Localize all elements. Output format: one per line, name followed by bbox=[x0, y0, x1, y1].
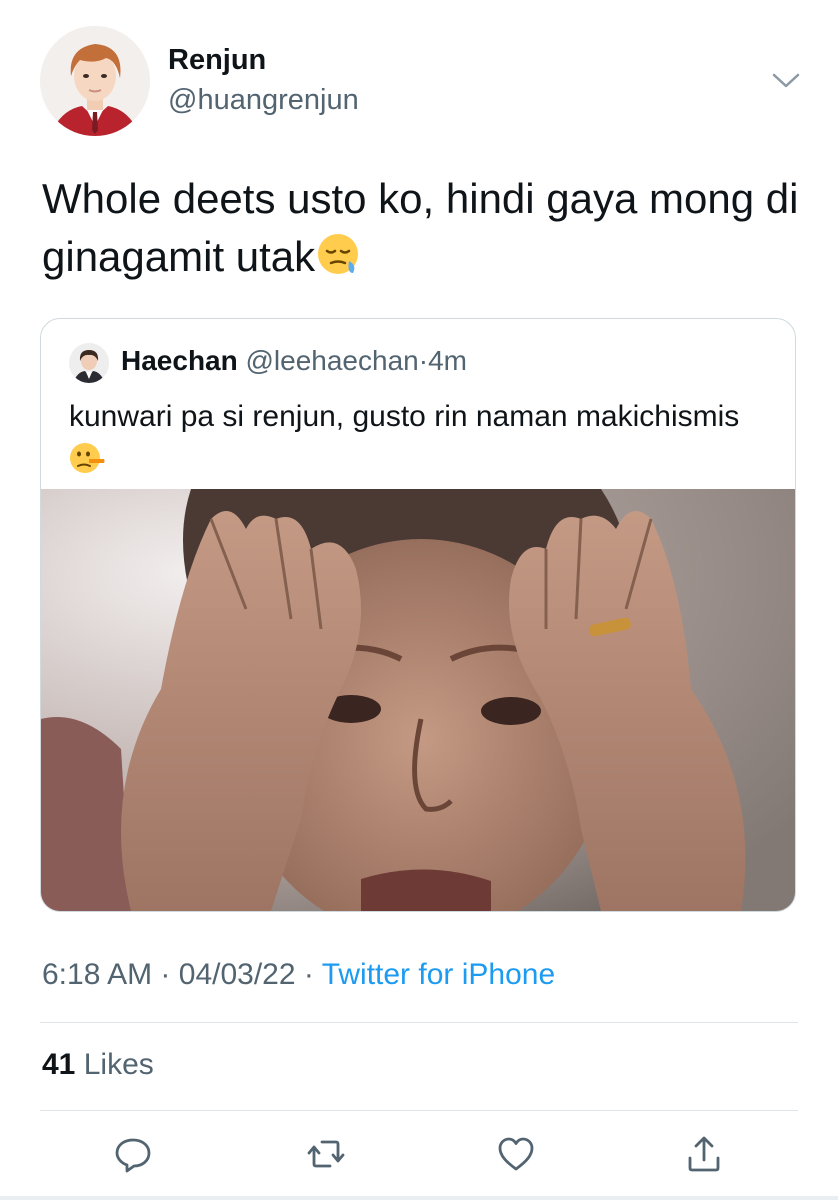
divider-bottom bbox=[40, 1110, 798, 1111]
quoted-time[interactable]: 4m bbox=[428, 345, 467, 376]
tweet-text: Whole deets usto ko, hindi gaya mong di … bbox=[42, 170, 812, 292]
quoted-tweet-image[interactable] bbox=[41, 489, 795, 911]
tweet-date[interactable]: 04/03/22 bbox=[179, 958, 296, 991]
tweet-time[interactable]: 6:18 AM bbox=[42, 958, 152, 991]
sleepy-face-emoji bbox=[315, 231, 361, 292]
tweet-text-content: Whole deets usto ko, hindi gaya mong di … bbox=[42, 175, 799, 280]
tweet-meta: 6:18 AM · 04/03/22 · Twitter for iPhone bbox=[42, 958, 555, 992]
quoted-tweet-text: kunwari pa si renjun, gusto rin naman ma… bbox=[69, 395, 769, 489]
meta-separator-2: · bbox=[303, 958, 314, 991]
quoted-separator: · bbox=[418, 345, 429, 376]
quoted-handle[interactable]: @leehaechan bbox=[246, 345, 419, 376]
reply-icon[interactable] bbox=[113, 1134, 153, 1174]
retweet-icon[interactable] bbox=[306, 1134, 346, 1174]
quoted-profile-photo bbox=[69, 343, 109, 383]
quoted-author-avatar[interactable] bbox=[69, 343, 109, 383]
quoted-tweet-card[interactable]: Haechan @leehaechan·4m kunwari pa si ren… bbox=[40, 318, 796, 912]
meta-separator-1: · bbox=[160, 958, 171, 991]
likes-stat[interactable]: 41 Likes bbox=[42, 1048, 154, 1082]
like-icon[interactable] bbox=[496, 1134, 536, 1174]
chevron-down-icon[interactable] bbox=[770, 68, 802, 92]
quoted-tweet-header: Haechan @leehaechan·4m bbox=[121, 345, 467, 377]
stressed-woman-holding-head-photo bbox=[41, 489, 795, 911]
quoted-display-name[interactable]: Haechan bbox=[121, 345, 238, 376]
author-handle[interactable]: @huangrenjun bbox=[168, 84, 359, 117]
author-display-name[interactable]: Renjun bbox=[168, 44, 266, 77]
share-icon[interactable] bbox=[684, 1134, 724, 1174]
bottom-edge bbox=[0, 1196, 838, 1200]
likes-label: Likes bbox=[83, 1048, 154, 1081]
quoted-tweet-text-content: kunwari pa si renjun, gusto rin naman ma… bbox=[69, 400, 740, 433]
author-avatar[interactable] bbox=[40, 26, 150, 136]
divider-top bbox=[40, 1022, 798, 1023]
tweet-source-link[interactable]: Twitter for iPhone bbox=[322, 958, 555, 991]
lying-face-emoji bbox=[69, 440, 105, 489]
likes-count: 41 bbox=[42, 1048, 76, 1081]
profile-photo bbox=[40, 26, 150, 136]
